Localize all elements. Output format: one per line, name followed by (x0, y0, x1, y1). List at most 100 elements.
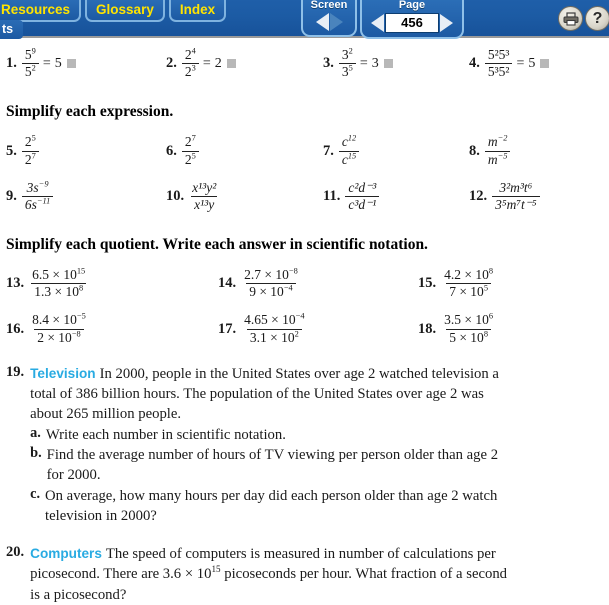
exercise-10: 10. x¹³y² x¹³y (160, 179, 317, 212)
exercise-number: 16. (6, 320, 25, 337)
exercise-4: 4. 5²5³ 5³5² = 5 (463, 47, 609, 79)
tab-index[interactable]: Index (168, 0, 227, 22)
exercise-19-part-b: b. Find the average number of hours of T… (30, 445, 520, 486)
exercise-expression: x¹³y² x¹³y (191, 179, 218, 212)
exercise-19-part-c: c. On average, how many hours per day di… (30, 486, 520, 527)
exercise-expression: 3.5 × 106 5 × 108 (444, 311, 494, 345)
exercise-6: 6. 27 25 (160, 134, 317, 166)
exercise-expression: 27 25 (181, 134, 199, 166)
exercise-19-part-a: a. Write each number in scientific notat… (30, 425, 520, 445)
exercise-number: 9. (6, 187, 17, 204)
equals-sign: = (516, 55, 525, 71)
exercise-number: 7. (323, 142, 334, 159)
tab-resources[interactable]: Resources (0, 0, 82, 22)
exercise-number: 5. (6, 142, 17, 159)
exercise-number: 10. (166, 187, 185, 204)
exercise-expression: c12 c15 (338, 134, 360, 166)
page-nav-buttons: 456 (367, 13, 457, 33)
exercise-5: 5. 25 27 (0, 134, 160, 166)
sub-tab-contents[interactable]: ts (0, 20, 24, 39)
exercise-expression: 4.2 × 108 7 × 105 (444, 266, 494, 300)
tab-row: Resources Glossary Index (0, 0, 227, 22)
exercise-8: 8. m−2 m−5 (463, 134, 609, 166)
exercise-row-9-12: 9. 3s−9 6s−11 10. x¹³y² x¹³y 11. c²d⁻³ c… (0, 179, 609, 212)
topic-label-television: Television (30, 365, 96, 381)
part-label: b. (30, 444, 42, 461)
exercise-expression: 5²5³ 5³5² = 5 (484, 47, 550, 79)
exercise-expression: c²d⁻³ c³d⁻¹ (345, 180, 380, 212)
exercise-12: 12. 3²m³t⁶ 3⁵m⁷t⁻⁵ (463, 180, 609, 212)
exercise-expression: 32 35 = 3 (338, 47, 393, 79)
part-text: Find the average number of hours of TV v… (46, 446, 499, 484)
page-number-input[interactable]: 456 (385, 13, 439, 33)
topic-label-computers: Computers (30, 546, 102, 562)
exercise-number: 12. (469, 187, 488, 204)
part-label: a. (30, 424, 41, 441)
part-text: Write each number in scientific notation… (45, 426, 286, 443)
exercise-row-5-8: 5. 25 27 6. 27 25 7. c12 c15 8. m−2 m−5 (0, 134, 609, 166)
exercise-7: 7. c12 c15 (317, 134, 463, 166)
page-next-button[interactable] (440, 14, 453, 32)
exercise-page-content: 1. 59 52 = 5 2. 24 23 = 2 3. 32 35 = 3 4… (0, 40, 609, 603)
exercise-number: 13. (6, 275, 25, 292)
screen-next-button[interactable] (329, 13, 343, 31)
print-icon[interactable] (558, 6, 583, 31)
tab-glossary[interactable]: Glossary (85, 0, 165, 22)
exercise-number: 17. (218, 320, 237, 337)
exercise-19: 19. Television In 2000, people in the Uni… (0, 364, 609, 526)
exercise-expression: 3s−9 6s−11 (21, 180, 54, 212)
exercise-number: 18. (418, 320, 437, 337)
exercise-expression: 8.4 × 10−5 2 × 10−8 (32, 311, 86, 345)
exercise-expression: m−2 m−5 (484, 134, 511, 166)
screen-nav-label: Screen (310, 0, 348, 11)
answer-blank[interactable] (540, 59, 550, 69)
page-navigation: Page 456 (360, 0, 464, 39)
help-icon[interactable]: ? (585, 6, 609, 31)
exercise-row-13-15: 13. 6.5 × 1015 1.3 × 108 14. 2.7 × 10−8 … (0, 266, 609, 300)
exercise-15: 15. 4.2 × 108 7 × 105 (412, 266, 609, 300)
answer-blank[interactable] (226, 59, 236, 69)
equals-sign: = (202, 55, 211, 71)
exercise-number: 6. (166, 142, 177, 159)
exercise-number: 15. (418, 275, 437, 292)
exercise-number: 20. (6, 544, 25, 561)
answer-base: 2 (214, 55, 222, 71)
exercise-19-statement: Television In 2000, people in the United … (30, 364, 520, 425)
equals-sign: = (42, 55, 51, 71)
exercise-13: 13. 6.5 × 1015 1.3 × 108 (0, 266, 212, 300)
page-nav-label: Page (398, 0, 426, 11)
exercise-expression: 2.7 × 10−8 9 × 10−4 (244, 266, 298, 300)
exercise-number: 14. (218, 275, 237, 292)
exercise-19-text: In 2000, people in the United States ove… (30, 365, 499, 423)
exercise-number: 2. (166, 55, 177, 72)
page-previous-button[interactable] (371, 14, 384, 32)
answer-blank[interactable] (66, 59, 76, 69)
exercise-19-body: Television In 2000, people in the United … (30, 364, 520, 526)
help-icon-glyph: ? (592, 9, 603, 27)
equals-sign: = (359, 55, 368, 71)
top-navigation-bar: Resources Glossary Index ts Screen Page … (0, 0, 609, 39)
exercise-expression: 4.65 × 10−4 3.1 × 102 (244, 311, 305, 345)
answer-blank[interactable] (383, 59, 393, 69)
heading-simplify-expression: Simplify each expression. (6, 103, 174, 121)
exercise-number: 1. (6, 55, 17, 72)
exercise-2: 2. 24 23 = 2 (160, 47, 317, 79)
answer-base: 5 (54, 55, 62, 71)
exercise-expression: 3²m³t⁶ 3⁵m⁷t⁻⁵ (492, 180, 540, 212)
part-text: On average, how many hours per day did e… (45, 487, 498, 524)
exercise-row-16-18: 16. 8.4 × 10−5 2 × 10−8 17. 4.65 × 10−4 … (0, 311, 609, 345)
exercise-9: 9. 3s−9 6s−11 (0, 180, 160, 212)
exercise-3: 3. 32 35 = 3 (317, 47, 463, 79)
exercise-1: 1. 59 52 = 5 (0, 47, 160, 79)
part-label: c. (30, 485, 41, 502)
heading-simplify-quotient: Simplify each quotient. Write each answe… (6, 236, 428, 254)
exercise-expression: 6.5 × 1015 1.3 × 108 (31, 266, 87, 300)
exercise-number: 11. (323, 187, 341, 204)
exercise-20-exponent: 15 (211, 564, 221, 575)
answer-base: 5 (528, 55, 536, 71)
screen-nav-buttons (308, 13, 350, 31)
exercise-expression: 25 27 (21, 134, 39, 166)
exercise-17: 17. 4.65 × 10−4 3.1 × 102 (212, 311, 412, 345)
exercise-number: 19. (6, 363, 25, 380)
screen-previous-button[interactable] (315, 13, 329, 31)
